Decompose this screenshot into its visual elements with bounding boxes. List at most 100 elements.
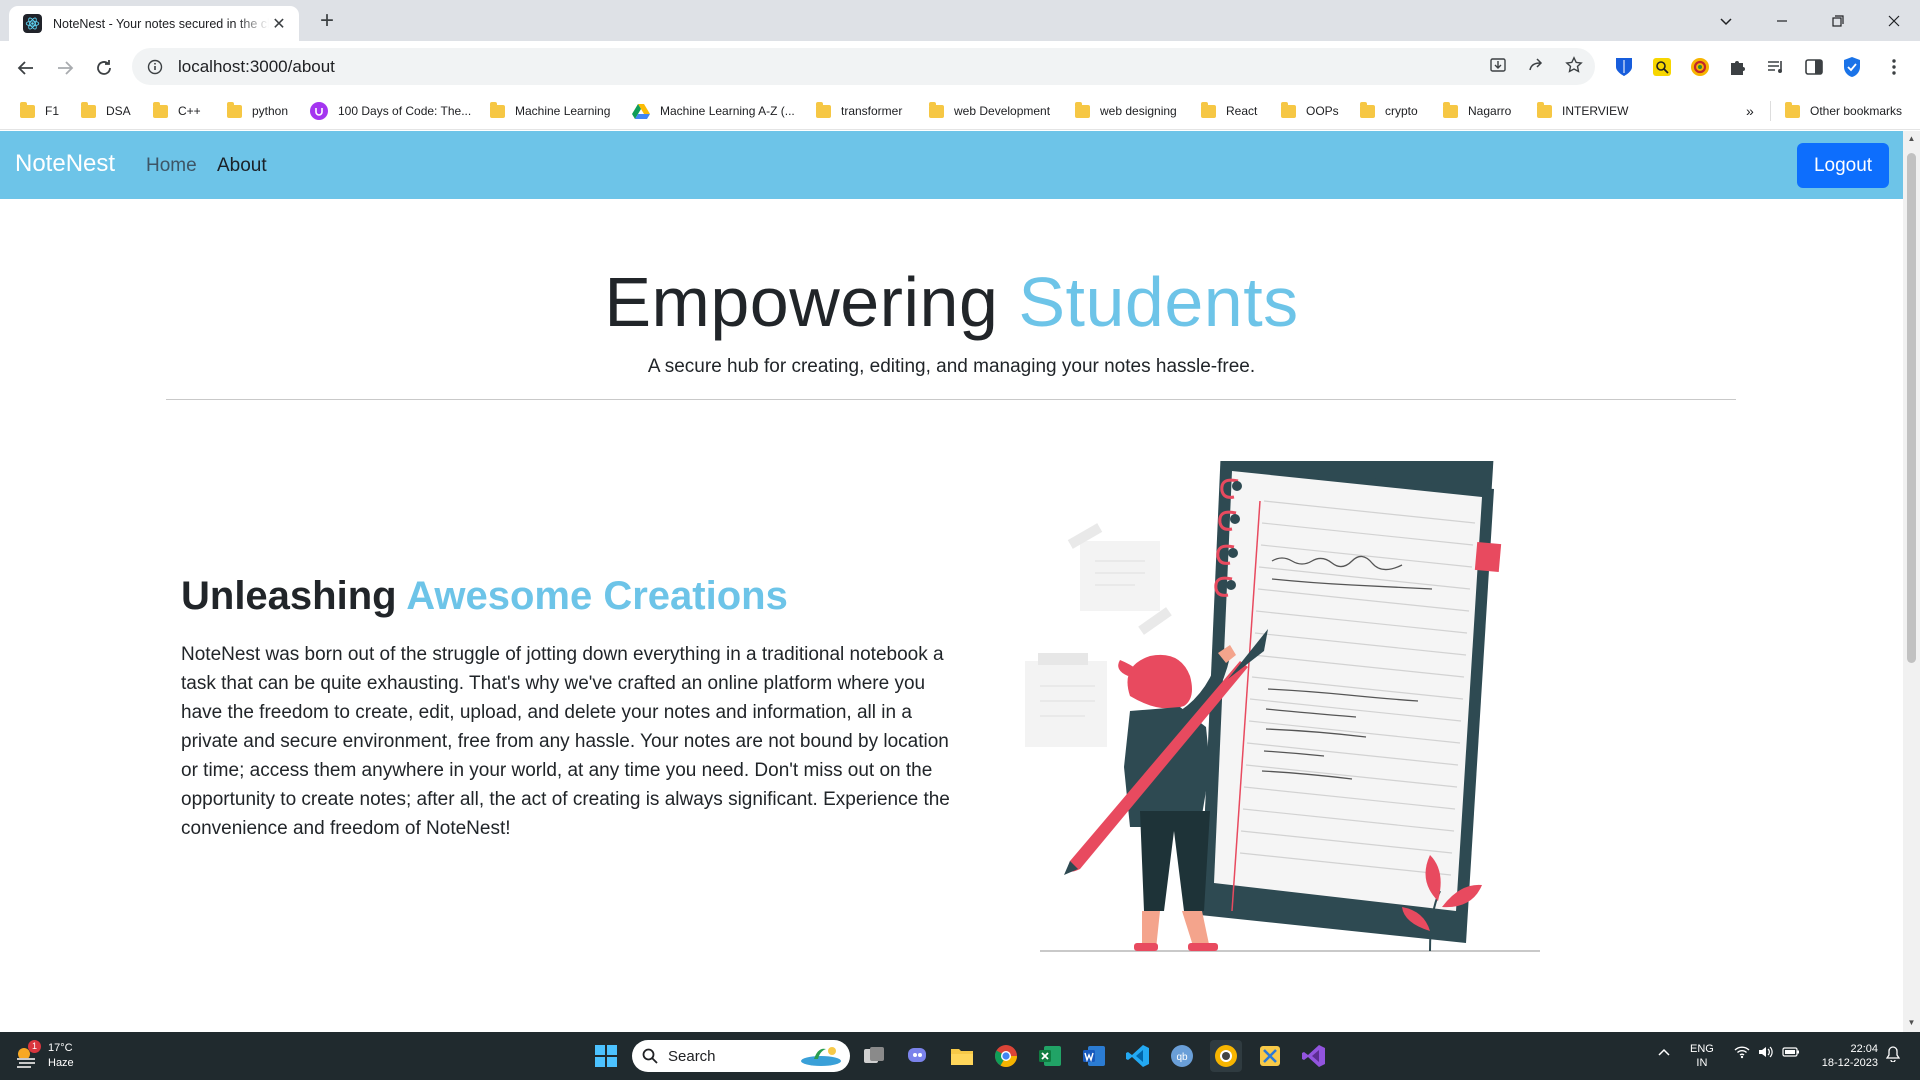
notification-bell-icon[interactable] xyxy=(1885,1046,1901,1066)
bookmarks-overflow-button[interactable]: » xyxy=(1746,101,1754,121)
search-placeholder: Search xyxy=(668,1047,716,1065)
udemy-icon xyxy=(310,102,328,120)
bookmark-oops[interactable]: OOPs xyxy=(1281,101,1339,121)
reload-button[interactable] xyxy=(90,54,118,82)
bookmark-label: INTERVIEW xyxy=(1562,104,1629,118)
bookmark-label: C++ xyxy=(178,104,201,118)
bookmark-label: 100 Days of Code: The... xyxy=(338,104,472,118)
folder-icon xyxy=(81,101,96,118)
taskbar-search-box[interactable]: Search xyxy=(632,1040,850,1072)
weather-widget[interactable]: 1 17°C Haze xyxy=(14,1040,74,1071)
task-view-icon[interactable] xyxy=(858,1040,890,1072)
hero-title: Empowering Students xyxy=(0,262,1903,342)
teams-chat-icon[interactable] xyxy=(902,1040,934,1072)
bookmark-transformer[interactable]: transformer xyxy=(816,101,902,121)
section-title-accent: Awesome Creations xyxy=(406,574,788,618)
tab-strip: NoteNest - Your notes secured in the clo… xyxy=(0,0,1920,41)
folder-icon xyxy=(1281,101,1296,118)
section-title: Unleashing Awesome Creations xyxy=(181,574,788,619)
weather-badge: 1 xyxy=(28,1040,41,1053)
nav-link-about[interactable]: About xyxy=(217,155,267,177)
address-bar[interactable]: localhost:3000/about xyxy=(132,48,1595,85)
search-highlight-icon xyxy=(800,1045,842,1067)
section-body: NoteNest was born out of the struggle of… xyxy=(181,644,950,839)
nav-link-home[interactable]: Home xyxy=(146,155,197,177)
bookmark-label: Machine Learning xyxy=(515,104,611,118)
bookmark-cpp[interactable]: C++ xyxy=(153,101,201,121)
folder-icon xyxy=(1785,101,1800,118)
folder-icon xyxy=(1360,101,1375,118)
bookmark-star-icon[interactable] xyxy=(1563,54,1585,76)
word-icon[interactable] xyxy=(1078,1040,1110,1072)
bookmark-100-days[interactable]: 100 Days of Code: The... xyxy=(310,101,471,121)
chrome-menu-icon[interactable] xyxy=(1882,55,1906,79)
show-hidden-icons-chevron-icon[interactable] xyxy=(1658,1047,1670,1061)
side-panel-icon[interactable] xyxy=(1802,55,1826,79)
other-bookmarks[interactable]: Other bookmarks xyxy=(1770,101,1902,121)
vscode-icon[interactable] xyxy=(1122,1040,1154,1072)
chrome-canary-icon[interactable] xyxy=(1210,1040,1242,1072)
language-indicator[interactable]: ENG IN xyxy=(1690,1042,1714,1070)
scrollbar-thumb[interactable] xyxy=(1907,153,1916,663)
bookmark-nagarro[interactable]: Nagarro xyxy=(1443,101,1511,121)
folder-icon xyxy=(1537,101,1552,118)
scroll-down-arrow-icon[interactable]: ▼ xyxy=(1907,1019,1916,1027)
bookmark-label: F1 xyxy=(45,104,60,118)
clock[interactable]: 22:04 18-12-2023 xyxy=(1810,1042,1878,1070)
bookmark-web-designing[interactable]: web designing xyxy=(1075,101,1177,121)
browser-tab[interactable]: NoteNest - Your notes secured in the clo… xyxy=(9,6,299,41)
bookmark-dsa[interactable]: DSA xyxy=(81,101,131,121)
bookmark-label: web Development xyxy=(954,104,1051,118)
bitwarden-extension-icon[interactable] xyxy=(1612,55,1636,79)
qbittorrent-icon[interactable]: qb xyxy=(1166,1040,1198,1072)
bookmark-interview[interactable]: INTERVIEW xyxy=(1537,101,1628,121)
bookmark-web-development[interactable]: web Development xyxy=(929,101,1050,121)
back-button[interactable] xyxy=(12,54,40,82)
bookmark-react[interactable]: React xyxy=(1201,101,1257,121)
bookmark-python[interactable]: python xyxy=(227,101,288,121)
install-app-icon[interactable] xyxy=(1487,54,1509,76)
system-tray-icons[interactable] xyxy=(1734,1045,1800,1063)
app-navbar: NoteNest Home About Logout xyxy=(0,131,1903,199)
folder-icon xyxy=(1201,101,1216,118)
bookmark-label: Other bookmarks xyxy=(1810,104,1903,118)
language-line1: ENG xyxy=(1690,1043,1714,1055)
brand-link[interactable]: NoteNest xyxy=(15,150,115,178)
page-viewport: NoteNest Home About Logout Empowering St… xyxy=(0,131,1903,1032)
bookmark-ml-az[interactable]: Machine Learning A-Z (... xyxy=(632,101,795,121)
weather-description: Haze xyxy=(48,1057,74,1069)
logout-button[interactable]: Logout xyxy=(1797,143,1889,188)
windows-start-icon[interactable] xyxy=(590,1040,622,1072)
new-tab-button[interactable]: + xyxy=(314,7,340,34)
snipping-tool-icon[interactable] xyxy=(1254,1040,1286,1072)
folder-icon xyxy=(816,101,831,118)
reading-list-icon[interactable] xyxy=(1764,55,1788,79)
excel-icon[interactable] xyxy=(1034,1040,1066,1072)
chrome-icon[interactable] xyxy=(990,1040,1022,1072)
forward-button[interactable] xyxy=(51,54,79,82)
grammar-extension-icon[interactable] xyxy=(1688,55,1712,79)
bookmark-machine-learning[interactable]: Machine Learning xyxy=(490,101,610,121)
folder-icon xyxy=(20,101,35,118)
tab-close-icon[interactable]: ✕ xyxy=(269,14,289,34)
hero-title-main: Empowering xyxy=(604,263,1019,341)
file-explorer-icon[interactable] xyxy=(946,1040,978,1072)
profile-shield-icon[interactable] xyxy=(1840,55,1864,79)
site-info-icon[interactable] xyxy=(144,56,166,78)
page-scrollbar[interactable]: ▲ ▼ xyxy=(1903,131,1920,1032)
bookmark-label: transformer xyxy=(841,104,903,118)
share-icon[interactable] xyxy=(1525,54,1547,76)
scroll-up-arrow-icon[interactable]: ▲ xyxy=(1907,135,1916,143)
extensions-puzzle-icon[interactable] xyxy=(1726,55,1750,79)
visual-studio-icon[interactable] xyxy=(1298,1040,1330,1072)
wifi-icon xyxy=(1734,1045,1750,1063)
section-title-main: Unleashing xyxy=(181,574,407,618)
bookmark-f1[interactable]: F1 xyxy=(20,101,59,121)
zoom-extension-icon[interactable] xyxy=(1650,55,1674,79)
bookmarks-bar: F1 DSA C++ python 100 Days of Code: The.… xyxy=(0,92,1920,130)
restore-button[interactable] xyxy=(1810,0,1866,41)
close-window-button[interactable] xyxy=(1866,0,1920,41)
bookmark-crypto[interactable]: crypto xyxy=(1360,101,1418,121)
minimize-button[interactable] xyxy=(1754,0,1810,41)
tab-search-chevron-icon[interactable] xyxy=(1698,0,1754,41)
